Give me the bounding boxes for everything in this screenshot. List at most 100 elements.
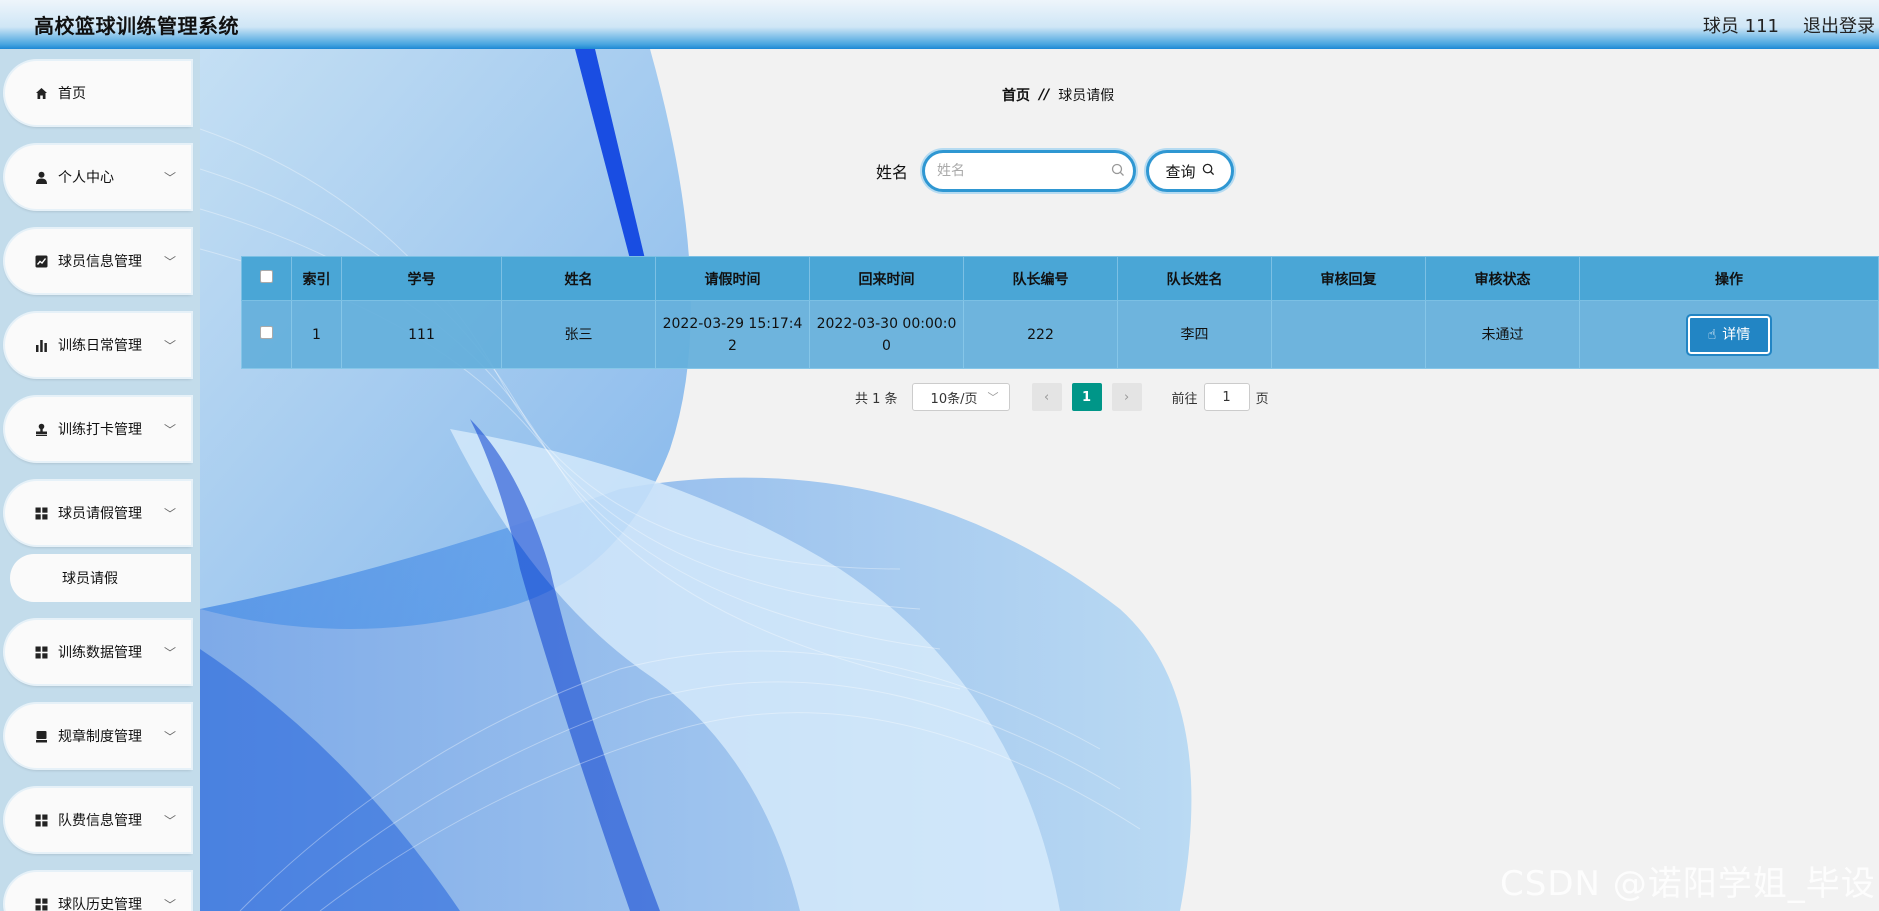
prev-page-button[interactable]: ‹ <box>1031 383 1062 411</box>
sidebar-item-label: 规章制度管理 <box>58 729 142 745</box>
sidebar-item-personal-center[interactable]: 个人中心 ﹀ <box>5 145 191 209</box>
breadcrumb: 首页 // 球员请假 <box>1002 85 1114 105</box>
page-number-current[interactable]: 1 <box>1071 383 1102 411</box>
sidebar-item-label: 个人中心 <box>58 170 114 186</box>
page-size-select[interactable]: 10条/页 ﹀ <box>911 383 1010 411</box>
chevron-down-icon: ﹀ <box>163 645 176 660</box>
chevron-down-icon: ﹀ <box>163 729 176 744</box>
leave-time-line: 2022-03-29 15:17:4 <box>662 315 803 332</box>
next-page-button[interactable]: › <box>1111 383 1142 411</box>
sidebar-item-rules[interactable]: 规章制度管理 ﹀ <box>5 704 191 768</box>
chevron-right-icon: › <box>1123 389 1130 405</box>
column-header: 审核回复 <box>1271 256 1426 301</box>
column-header: 索引 <box>291 256 342 301</box>
top-header: 高校篮球训练管理系统 球员 111 退出登录 <box>0 0 1879 49</box>
chevron-left-icon: ‹ <box>1043 389 1050 405</box>
sidebar-item-label: 训练日常管理 <box>58 338 142 354</box>
chevron-down-icon: ﹀ <box>163 897 176 911</box>
leave-table: 索引 学号 姓名 请假时间 回来时间 队长编号 队长姓名 审核回复 审核状态 操… <box>241 256 1879 369</box>
sidebar-item-home[interactable]: 首页 <box>5 61 191 125</box>
sidebar-item-label: 首页 <box>58 86 86 102</box>
table-row: 1 111 张三 2022-03-29 15:17:4 2 2022-03-30… <box>241 300 1879 369</box>
bar-chart-icon <box>34 338 48 352</box>
cell-student-id: 111 <box>341 300 502 369</box>
cell-actions: ☝ 详情 <box>1579 300 1879 369</box>
sidebar-item-history[interactable]: 球队历史管理 ﹀ <box>5 872 191 911</box>
grid-icon <box>34 897 48 911</box>
cell-index: 1 <box>291 300 342 369</box>
cell-captain-name: 李四 <box>1117 300 1272 369</box>
chevron-down-icon: ﹀ <box>163 338 176 353</box>
table-header-row: 索引 学号 姓名 请假时间 回来时间 队长编号 队长姓名 审核回复 审核状态 操… <box>241 256 1879 301</box>
sidebar-item-training-data[interactable]: 训练数据管理 ﹀ <box>5 620 191 684</box>
document-icon <box>34 729 48 743</box>
pagination: 共 1 条 10条/页 ﹀ ‹ 1 › 前往 1 页 <box>855 383 1269 411</box>
search-input-wrapper <box>922 150 1137 192</box>
goto-page-input[interactable]: 1 <box>1203 383 1250 411</box>
sidebar-item-fees[interactable]: 队费信息管理 ﹀ <box>5 788 191 852</box>
pointer-hand-icon: ☝ <box>1707 326 1717 343</box>
user-icon <box>34 170 48 184</box>
sidebar-item-label: 球队历史管理 <box>58 897 142 911</box>
sidebar-item-leave[interactable]: 球员请假管理 ﹀ <box>5 481 191 545</box>
sidebar-item-label: 球员请假管理 <box>58 506 142 522</box>
sidebar-item-label: 球员信息管理 <box>58 254 142 270</box>
sidebar-item-label: 队费信息管理 <box>58 813 142 829</box>
page-suffix-label: 页 <box>1255 391 1269 407</box>
main-content: 首页 // 球员请假 姓名 查询 索引 学号 姓名 请假时间 回来时 <box>200 49 1879 911</box>
column-header: 学号 <box>341 256 502 301</box>
search-icon <box>1202 162 1215 180</box>
watermark: CSDN @诺阳学姐_毕设 <box>1500 864 1876 904</box>
sidebar-item-label: 训练数据管理 <box>58 645 142 661</box>
sidebar-item-label: 训练打卡管理 <box>58 422 142 438</box>
detail-button[interactable]: ☝ 详情 <box>1686 313 1772 356</box>
search-button-label: 查询 <box>1165 162 1196 181</box>
pagination-total: 共 1 条 <box>855 391 898 407</box>
leave-time-line: 2 <box>728 337 737 354</box>
row-select-cell <box>241 300 292 369</box>
chevron-down-icon: ﹀ <box>163 170 176 185</box>
cell-return-time: 2022-03-30 00:00:0 0 <box>809 300 964 369</box>
search-bar: 姓名 查询 <box>876 150 1235 192</box>
sidebar-item-player-info[interactable]: 球员信息管理 ﹀ <box>5 229 191 293</box>
chevron-down-icon: ﹀ <box>163 506 176 521</box>
cell-name: 张三 <box>501 300 656 369</box>
breadcrumb-current: 球员请假 <box>1058 88 1115 104</box>
column-header: 回来时间 <box>809 256 964 301</box>
logout-link[interactable]: 退出登录 <box>1803 12 1875 38</box>
current-user: 球员 111 <box>1702 15 1779 37</box>
column-header: 请假时间 <box>655 256 810 301</box>
breadcrumb-home[interactable]: 首页 <box>1002 85 1030 105</box>
chevron-down-icon: ﹀ <box>163 422 176 437</box>
cell-leave-time: 2022-03-29 15:17:4 2 <box>655 300 810 369</box>
sidebar-subitem-player-leave[interactable]: 球员请假 <box>10 554 191 602</box>
goto-label: 前往 <box>1171 391 1198 407</box>
sidebar-item-training-daily[interactable]: 训练日常管理 ﹀ <box>5 313 191 377</box>
select-all-checkbox[interactable] <box>260 270 273 283</box>
return-time-line: 0 <box>882 337 891 354</box>
search-button[interactable]: 查询 <box>1146 150 1235 192</box>
home-icon <box>34 86 48 100</box>
column-header: 队长编号 <box>963 256 1118 301</box>
search-label: 姓名 <box>876 163 909 182</box>
search-input[interactable] <box>937 163 1112 179</box>
sidebar-item-checkin[interactable]: 训练打卡管理 ﹀ <box>5 397 191 461</box>
breadcrumb-separator: // <box>1039 87 1050 103</box>
cell-captain-id: 222 <box>963 300 1118 369</box>
return-time-line: 2022-03-30 00:00:0 <box>816 315 957 332</box>
search-icon <box>1111 162 1125 181</box>
column-header: 姓名 <box>501 256 656 301</box>
column-header: 队长姓名 <box>1117 256 1272 301</box>
trend-chart-icon <box>34 254 48 268</box>
row-checkbox[interactable] <box>260 325 273 339</box>
sidebar-subitem-label: 球员请假 <box>62 571 118 587</box>
column-header: 审核状态 <box>1425 256 1580 301</box>
select-all-cell <box>241 256 292 301</box>
grid-icon <box>34 813 48 827</box>
page-size-value: 10条/页 <box>930 391 978 407</box>
chevron-down-icon: ﹀ <box>163 813 176 828</box>
grid-icon <box>34 506 48 520</box>
sidebar: 首页 个人中心 ﹀ 球员信息管理 ﹀ 训练日常管理 ﹀ 训练打卡管理 ﹀ 球员请… <box>0 49 200 911</box>
cell-review-status: 未通过 <box>1425 300 1580 369</box>
cell-review-reply <box>1271 300 1426 369</box>
